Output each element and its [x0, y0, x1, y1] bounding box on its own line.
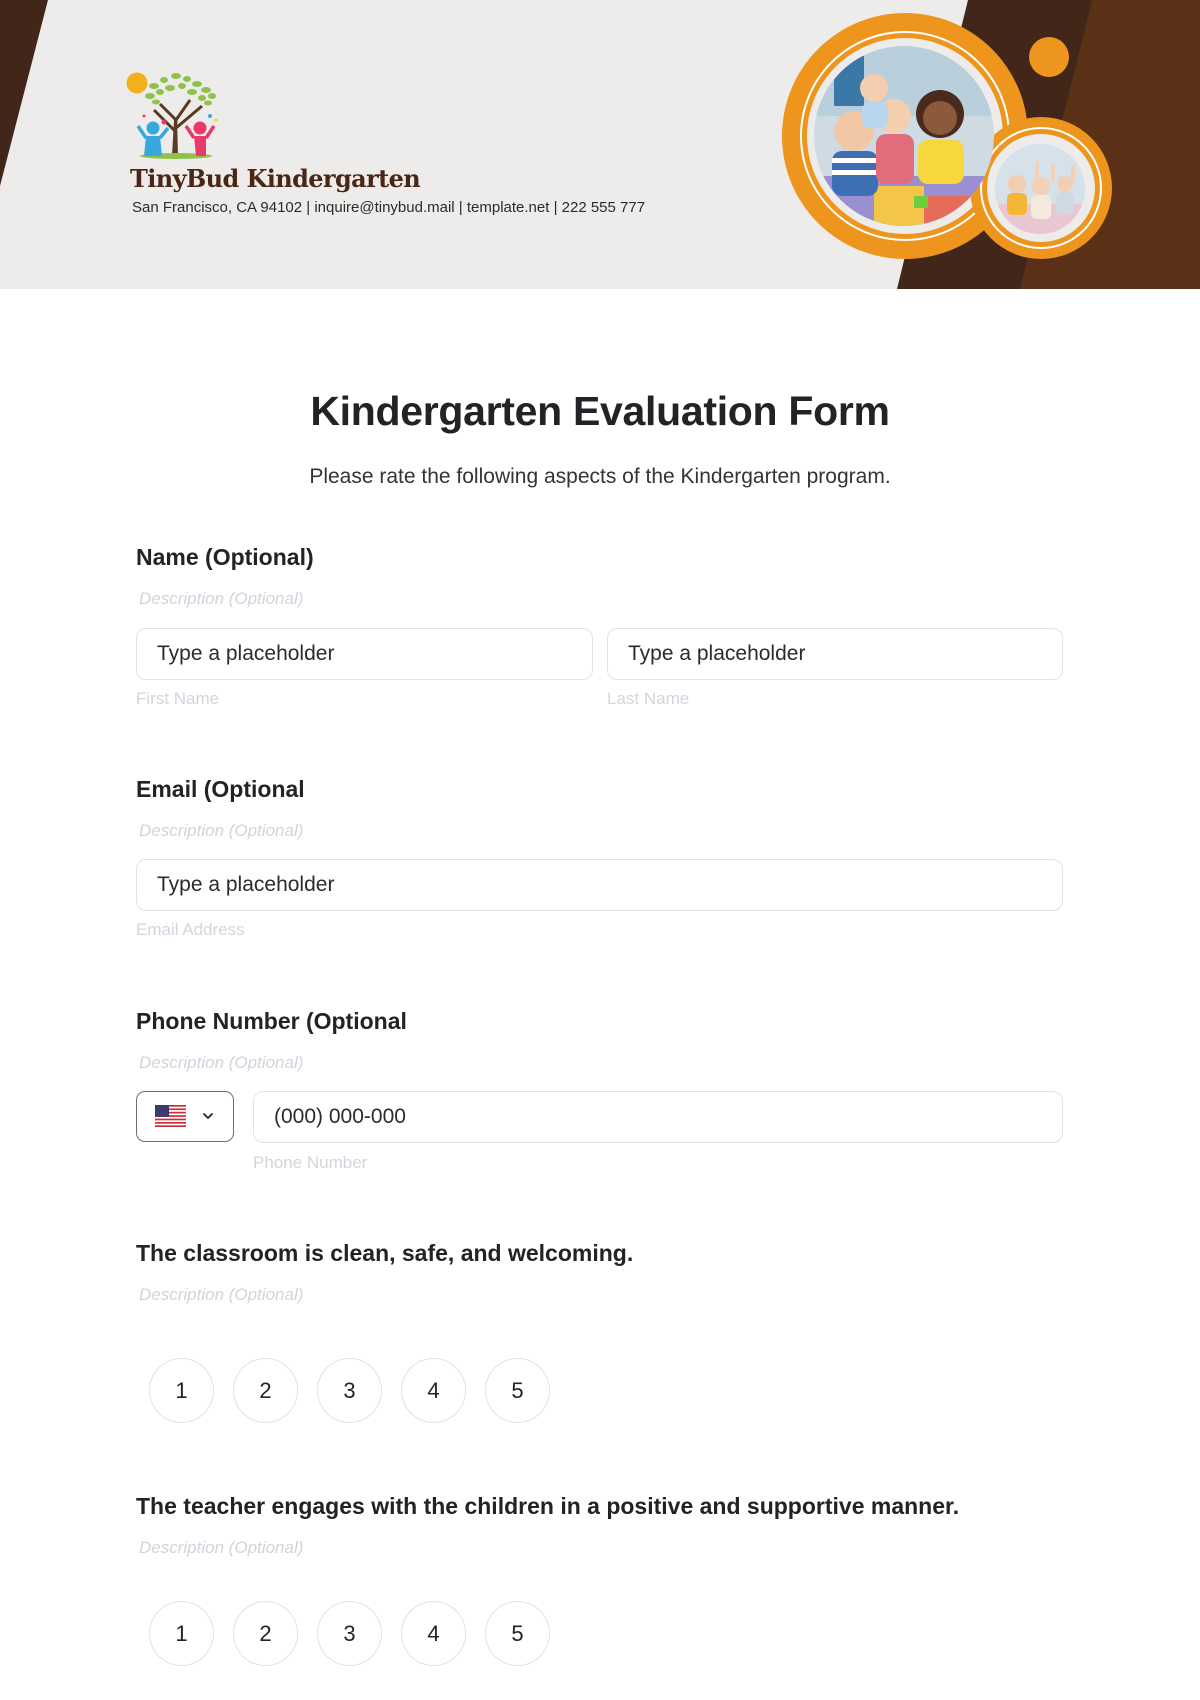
- rating-option-4[interactable]: 4: [401, 1601, 466, 1666]
- phone-input[interactable]: (000) 000-000: [253, 1091, 1063, 1143]
- contact-info: San Francisco, CA 94102 | inquire@tinybu…: [132, 199, 646, 216]
- question-2-rating: 1 2 3 4 5: [149, 1601, 550, 1666]
- first-name-placeholder: Type a placeholder: [157, 642, 335, 665]
- first-name-input[interactable]: Type a placeholder: [136, 628, 593, 680]
- child-blue-icon: [146, 121, 160, 135]
- phone-description[interactable]: Description (Optional): [139, 1053, 303, 1073]
- rating-option-4[interactable]: 4: [401, 1358, 466, 1423]
- brand-name: TinyBud Kindergarten: [130, 164, 421, 193]
- kindergarten-logo: [124, 70, 228, 162]
- rating-option-2[interactable]: 2: [233, 1358, 298, 1423]
- question-2-description[interactable]: Description (Optional): [139, 1538, 303, 1558]
- email-placeholder: Type a placeholder: [157, 873, 335, 896]
- us-flag-icon: [155, 1105, 186, 1127]
- email-label: Email (Optional: [136, 776, 305, 802]
- left-brown-wedge: [0, 0, 48, 186]
- name-description[interactable]: Description (Optional): [139, 589, 303, 609]
- question-1-description[interactable]: Description (Optional): [139, 1285, 303, 1305]
- sun-icon: [126, 72, 148, 94]
- question-1-rating: 1 2 3 4 5: [149, 1358, 550, 1423]
- phone-sublabel: Phone Number: [253, 1153, 368, 1172]
- rating-option-5[interactable]: 5: [485, 1358, 550, 1423]
- rating-option-1[interactable]: 1: [149, 1358, 214, 1423]
- header-banner: TinyBud Kindergarten San Francisco, CA 9…: [0, 0, 1200, 289]
- first-name-sublabel: First Name: [136, 689, 220, 708]
- rating-option-5[interactable]: 5: [485, 1601, 550, 1666]
- question-1-label: The classroom is clean, safe, and welcom…: [136, 1240, 634, 1266]
- rating-option-1[interactable]: 1: [149, 1601, 214, 1666]
- email-input[interactable]: Type a placeholder: [136, 859, 1063, 911]
- rating-option-2[interactable]: 2: [233, 1601, 298, 1666]
- name-label: Name (Optional): [136, 544, 314, 570]
- country-code-select[interactable]: [136, 1091, 234, 1142]
- rating-option-3[interactable]: 3: [317, 1601, 382, 1666]
- last-name-input[interactable]: Type a placeholder: [607, 628, 1063, 680]
- children-photo-large: [814, 46, 994, 226]
- rating-option-3[interactable]: 3: [317, 1358, 382, 1423]
- email-sublabel: Email Address: [136, 920, 245, 939]
- last-name-sublabel: Last Name: [607, 689, 690, 708]
- phone-label: Phone Number (Optional: [136, 1008, 407, 1034]
- child-pink-icon: [193, 121, 207, 135]
- email-description[interactable]: Description (Optional): [139, 821, 303, 841]
- phone-placeholder: (000) 000-000: [274, 1105, 406, 1128]
- form-subtitle: Please rate the following aspects of the…: [309, 465, 891, 488]
- question-2-label: The teacher engages with the children in…: [136, 1493, 960, 1519]
- chevron-down-icon: [203, 1113, 213, 1119]
- orange-dot: [1029, 37, 1069, 77]
- form-title: Kindergarten Evaluation Form: [310, 388, 890, 434]
- last-name-placeholder: Type a placeholder: [628, 642, 806, 665]
- children-photo-small: [995, 144, 1085, 234]
